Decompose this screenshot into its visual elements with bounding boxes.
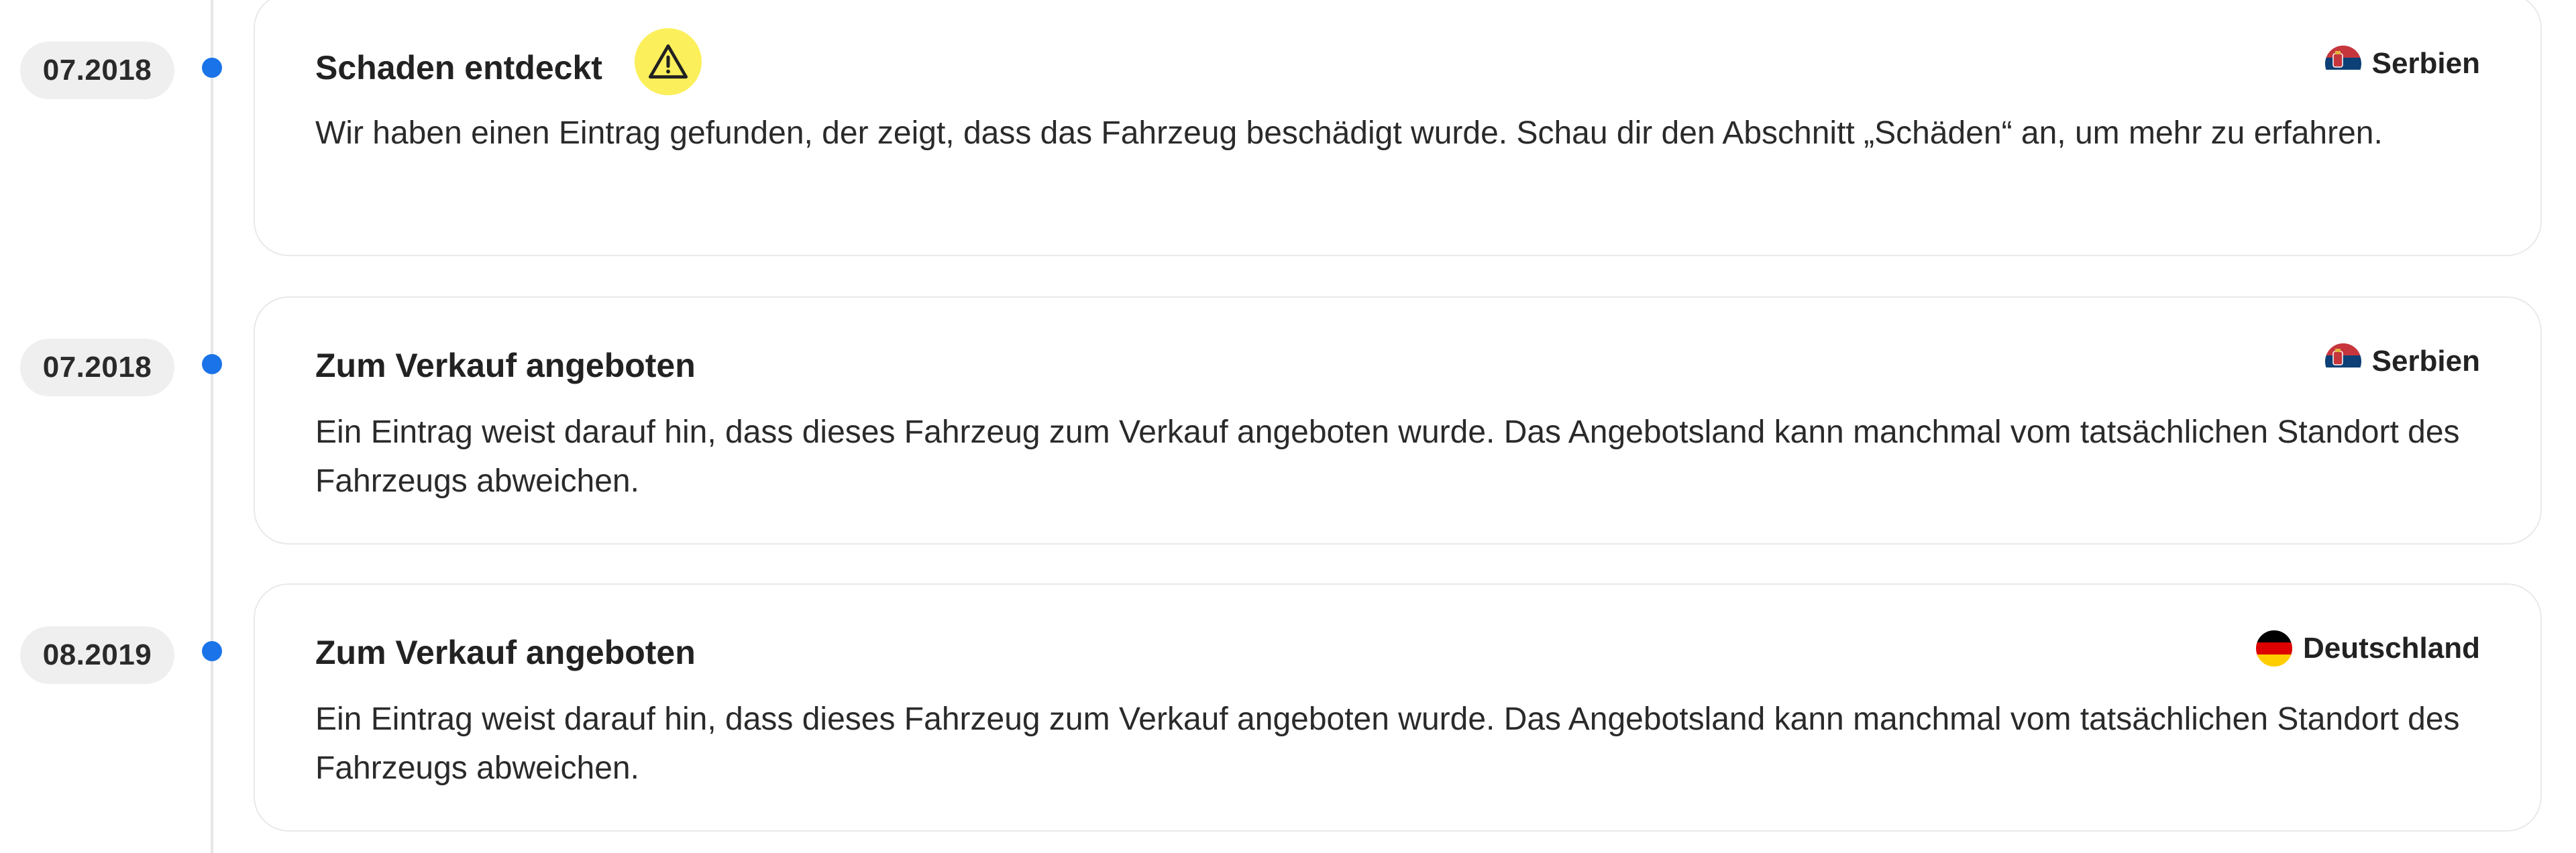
timeline-dot [202, 354, 222, 374]
date-badge: 08.2019 [20, 626, 174, 684]
event-title: Schaden entdeckt [315, 49, 602, 87]
country-name: Serbien [2371, 345, 2480, 378]
serbia-flag-icon [2324, 343, 2361, 380]
country-label: Deutschland [2255, 630, 2480, 667]
country-name: Deutschland [2302, 632, 2480, 665]
vehicle-history-timeline: 07.2018 Schaden entdeckt Serbien Wir hab… [0, 0, 2576, 853]
timeline-dot [202, 58, 222, 78]
event-description: Ein Eintrag weist darauf hin, dass diese… [315, 414, 2460, 499]
serbia-flag-icon [2324, 46, 2361, 82]
timeline-line [211, 0, 213, 853]
germany-flag-icon [2255, 630, 2292, 667]
country-label: Serbien [2324, 343, 2480, 380]
warning-icon[interactable] [635, 28, 702, 95]
event-card: Zum Verkauf angeboten Serbien Ein Eintra… [254, 296, 2542, 545]
event-title: Zum Verkauf angeboten [315, 347, 696, 384]
event-card: Zum Verkauf angeboten Deutschland Ein Ei… [254, 583, 2542, 832]
date-badge: 07.2018 [20, 42, 174, 99]
country-name: Serbien [2371, 47, 2480, 80]
event-description: Ein Eintrag weist darauf hin, dass diese… [315, 701, 2460, 786]
country-label: Serbien [2324, 46, 2480, 82]
event-description: Wir haben einen Eintrag gefunden, der ze… [315, 115, 2383, 151]
timeline-dot [202, 641, 222, 661]
event-title: Zum Verkauf angeboten [315, 634, 696, 671]
date-badge: 07.2018 [20, 339, 174, 396]
event-card: Schaden entdeckt Serbien Wir haben einen… [254, 0, 2542, 256]
